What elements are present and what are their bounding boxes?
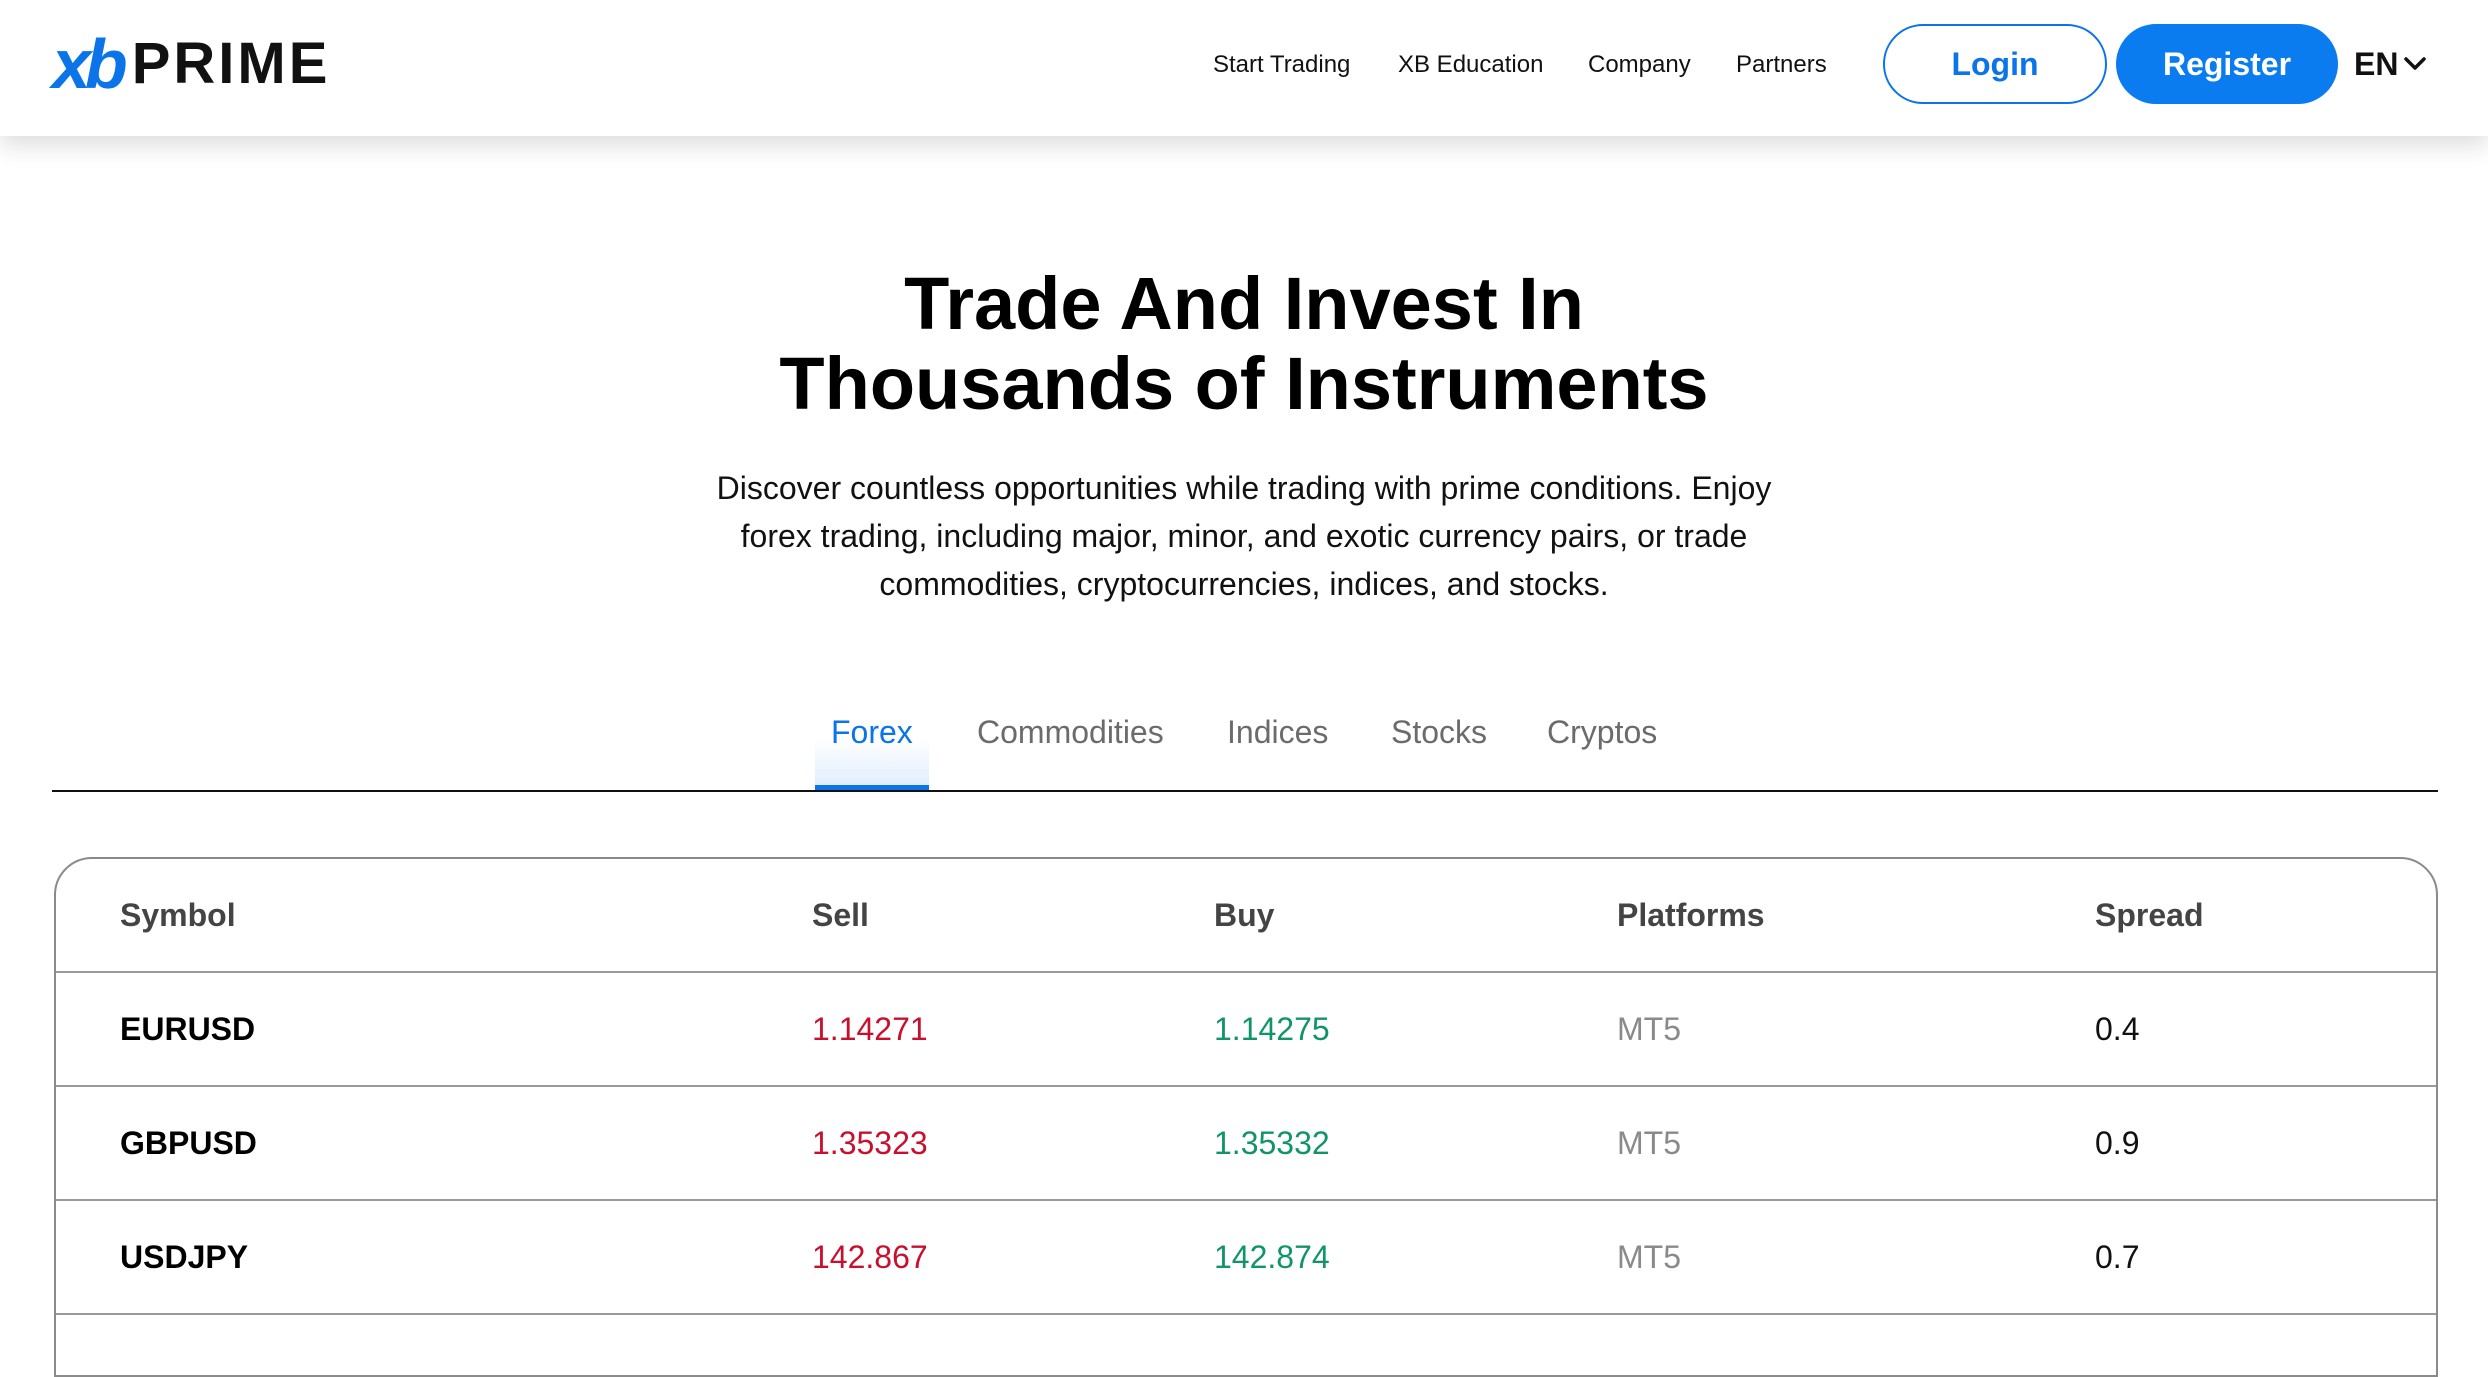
tab-forex[interactable]: Forex	[815, 700, 929, 790]
tab-cryptos[interactable]: Cryptos	[1547, 700, 1657, 790]
symbol-cell: GBPUSD	[120, 1125, 257, 1161]
sell-price-cell: 142.867	[812, 1239, 928, 1275]
column-header-symbol: Symbol	[120, 897, 236, 933]
spread-cell: 0.7	[2095, 1239, 2140, 1275]
platform-cell: MT5	[1617, 1125, 1681, 1161]
chevron-down-icon	[2404, 57, 2427, 70]
instrument-price-table: Symbol Sell Buy Platforms Spread EURUSD …	[54, 857, 2438, 1377]
language-selector[interactable]: EN	[2354, 44, 2428, 84]
hero-subtitle-line-3: commodities, cryptocurrencies, indices, …	[879, 566, 1609, 602]
login-button[interactable]: Login	[1883, 24, 2107, 104]
table-row[interactable]: EURUSD 1.14271 1.14275 MT5 0.4	[56, 973, 2436, 1087]
hero-subtitle-line-1: Discover countless opportunities while t…	[716, 470, 1772, 506]
symbol-cell: USDJPY	[120, 1239, 249, 1275]
register-button[interactable]: Register	[2116, 24, 2338, 104]
platform-cell: MT5	[1617, 1239, 1681, 1275]
main-nav: Start Trading XB Education Company Partn…	[0, 48, 2488, 82]
column-header-platforms: Platforms	[1617, 897, 1765, 933]
column-header-spread: Spread	[2095, 897, 2204, 933]
spread-cell: 0.9	[2095, 1125, 2140, 1161]
sell-price-cell: 1.35323	[812, 1125, 928, 1161]
platform-cell: MT5	[1617, 1011, 1681, 1047]
language-label: EN	[2354, 45, 2399, 82]
hero-subtitle: Discover countless opportunities while t…	[694, 464, 1794, 608]
buy-price-cell: 142.874	[1214, 1239, 1330, 1275]
nav-xb-education[interactable]: XB Education	[1398, 48, 1543, 82]
tab-commodities[interactable]: Commodities	[977, 700, 1164, 790]
hero-title: Trade And Invest In Thousands of Instrum…	[0, 264, 2488, 424]
top-navigation-bar: xb PRIME Start Trading XB Education Comp…	[0, 0, 2488, 136]
buy-price-cell: 1.35332	[1214, 1125, 1330, 1161]
column-header-sell: Sell	[812, 897, 869, 933]
table-row[interactable]: GBPUSD 1.35323 1.35332 MT5 0.9	[56, 1087, 2436, 1201]
nav-company[interactable]: Company	[1588, 48, 1691, 82]
instrument-tabs: Forex Commodities Indices Stocks Cryptos	[52, 700, 2438, 792]
tab-stocks[interactable]: Stocks	[1391, 700, 1487, 790]
nav-start-trading[interactable]: Start Trading	[1213, 48, 1350, 82]
table-row[interactable]: USDJPY 142.867 142.874 MT5 0.7	[56, 1201, 2436, 1315]
sell-price-cell: 1.14271	[812, 1011, 928, 1047]
column-header-buy: Buy	[1214, 897, 1275, 933]
spread-cell: 0.4	[2095, 1011, 2140, 1047]
hero-title-line-1: Trade And Invest In	[904, 262, 1584, 345]
buy-price-cell: 1.14275	[1214, 1011, 1330, 1047]
hero-title-line-2: Thousands of Instruments	[779, 342, 1709, 425]
table-header-row: Symbol Sell Buy Platforms Spread	[56, 859, 2436, 973]
nav-partners[interactable]: Partners	[1736, 48, 1827, 82]
hero-subtitle-line-2: forex trading, including major, minor, a…	[740, 518, 1748, 554]
symbol-cell: EURUSD	[120, 1011, 256, 1047]
tab-indices[interactable]: Indices	[1227, 700, 1328, 790]
